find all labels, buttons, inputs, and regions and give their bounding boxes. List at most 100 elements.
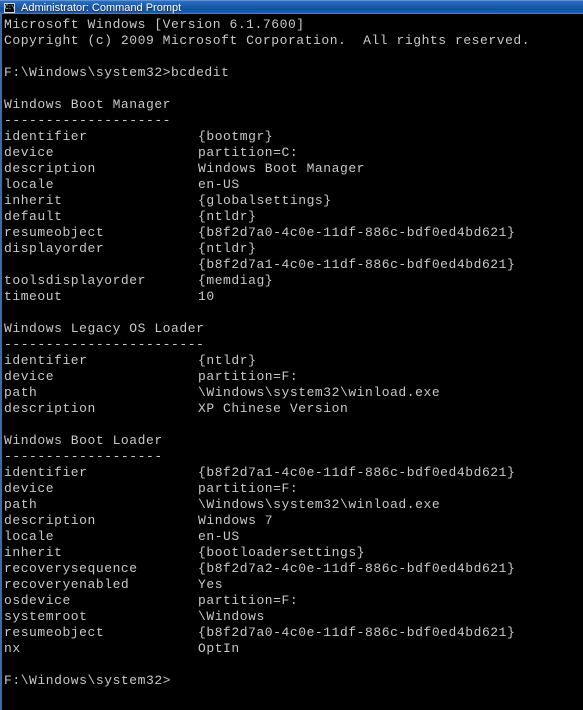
entry-key: resumeobject — [4, 625, 105, 640]
entry-key: toolsdisplayorder — [4, 273, 146, 288]
entry-key: default — [4, 209, 63, 224]
section-title-2: Windows Boot Loader — [4, 433, 163, 448]
entry-value: {b8f2d7a1-4c0e-11df-886c-bdf0ed4bd621} — [198, 465, 516, 480]
entry-value: {ntldr} — [198, 241, 257, 256]
bcdedit-entry-row: inherit {bootloadersettings} — [4, 545, 579, 561]
bcdedit-entry-row: device partition=F: — [4, 481, 579, 497]
entry-key: resumeobject — [4, 225, 105, 240]
window-titlebar[interactable]: C:\. Administrator: Command Prompt — [0, 0, 583, 14]
bcdedit-entry-row: locale en-US — [4, 529, 579, 545]
bcdedit-entry-row: description XP Chinese Version — [4, 401, 579, 417]
banner-line-1: Copyright (c) 2009 Microsoft Corporation… — [4, 33, 531, 48]
entry-key — [4, 257, 198, 273]
bcdedit-entry-row: systemroot \Windows — [4, 609, 579, 625]
bcdedit-entry-row: device partition=C: — [4, 145, 579, 161]
cmd-icon-glyph: C:\. — [5, 4, 15, 11]
entry-value: OptIn — [198, 641, 240, 656]
entry-key: description — [4, 513, 96, 528]
entry-key: inherit — [4, 545, 63, 560]
entry-key: systemroot — [4, 609, 88, 624]
entry-value: partition=C: — [198, 145, 299, 160]
bcdedit-entry-row: osdevice partition=F: — [4, 593, 579, 609]
bcdedit-entry-row: identifier {bootmgr} — [4, 129, 579, 145]
entry-value: Windows 7 — [198, 513, 274, 528]
bcdedit-entry-row: recoverysequence {b8f2d7a2-4c0e-11df-886c… — [4, 561, 579, 577]
entry-value: {b8f2d7a1-4c0e-11df-886c-bdf0ed4bd621} — [198, 257, 516, 272]
entry-key: device — [4, 481, 55, 496]
entry-key: device — [4, 369, 55, 384]
entry-value: \Windows — [198, 609, 265, 624]
entry-key: description — [4, 161, 96, 176]
bcdedit-entry-row: timeout 10 — [4, 289, 579, 305]
entry-key: nx — [4, 641, 21, 656]
entry-value: {ntldr} — [198, 353, 257, 368]
bcdedit-entry-row: description Windows Boot Manager — [4, 161, 579, 177]
bcdedit-entry-row: locale en-US — [4, 177, 579, 193]
entry-key: identifier — [4, 353, 88, 368]
bcdedit-entry-row: resumeobject {b8f2d7a0-4c0e-11df-886c-bdf… — [4, 225, 579, 241]
console-client-area[interactable]: Microsoft Windows [Version 6.1.7600] Copy… — [0, 14, 583, 710]
entry-key: timeout — [4, 289, 63, 304]
bcdedit-entry-row: path \Windows\system32\winload.exe — [4, 385, 579, 401]
entry-value: {globalsettings} — [198, 193, 332, 208]
section-rule-2: ------------------- — [4, 449, 163, 464]
entry-value: \Windows\system32\winload.exe — [198, 497, 441, 512]
window-title: Administrator: Command Prompt — [21, 2, 182, 14]
section-title-0: Windows Boot Manager — [4, 97, 172, 112]
entry-key: identifier — [4, 465, 88, 480]
entry-key: path — [4, 385, 38, 400]
entry-value: {b8f2d7a0-4c0e-11df-886c-bdf0ed4bd621} — [198, 625, 516, 640]
entry-value: 10 — [198, 289, 215, 304]
entry-key: inherit — [4, 193, 63, 208]
bcdedit-entry-row: resumeobject {b8f2d7a0-4c0e-11df-886c-bdf… — [4, 625, 579, 641]
entry-value: \Windows\system32\winload.exe — [198, 385, 441, 400]
console-output: Microsoft Windows [Version 6.1.7600] Copy… — [4, 17, 579, 689]
entry-key: device — [4, 145, 55, 160]
entry-key: locale — [4, 529, 55, 544]
section-rule-0: -------------------- — [4, 113, 172, 128]
bcdedit-entry-row: identifier {b8f2d7a1-4c0e-11df-886c-bdf0e… — [4, 465, 579, 481]
bcdedit-entry-row: nx OptIn — [4, 641, 579, 657]
entry-value: partition=F: — [198, 481, 299, 496]
bcdedit-entry-row: displayorder {ntldr} — [4, 241, 579, 257]
bcdedit-entry-row: {b8f2d7a1-4c0e-11df-886c-bdf0ed4bd621} — [4, 257, 579, 273]
entry-key: path — [4, 497, 38, 512]
entry-value: {bootmgr} — [198, 129, 274, 144]
bcdedit-entry-row: description Windows 7 — [4, 513, 579, 529]
bcdedit-entry-row: default {ntldr} — [4, 209, 579, 225]
bcdedit-entry-row: path \Windows\system32\winload.exe — [4, 497, 579, 513]
section-rule-1: ------------------------ — [4, 337, 205, 352]
banner-line-0: Microsoft Windows [Version 6.1.7600] — [4, 17, 305, 32]
command-prompt-window: C:\. Administrator: Command Prompt Micro… — [0, 0, 583, 710]
entry-key: osdevice — [4, 593, 71, 608]
entry-key: identifier — [4, 129, 88, 144]
bcdedit-entry-row: recoveryenabled Yes — [4, 577, 579, 593]
entry-value: {bootloadersettings} — [198, 545, 366, 560]
entry-value: Yes — [198, 577, 224, 592]
entry-value: XP Chinese Version — [198, 401, 349, 416]
entry-key: displayorder — [4, 241, 105, 256]
section-title-1: Windows Legacy OS Loader — [4, 321, 205, 336]
bcdedit-entry-row: inherit {globalsettings} — [4, 193, 579, 209]
entry-value: partition=F: — [198, 369, 299, 384]
bcdedit-entry-row: device partition=F: — [4, 369, 579, 385]
entry-value: {b8f2d7a2-4c0e-11df-886c-bdf0ed4bd621} — [198, 561, 516, 576]
entry-value: partition=F: — [198, 593, 299, 608]
prompt-command-line: F:\Windows\system32>bcdedit — [4, 65, 230, 80]
entry-key: recoveryenabled — [4, 577, 130, 592]
entry-key: description — [4, 401, 96, 416]
entry-value: en-US — [198, 529, 240, 544]
final-prompt-line: F:\Windows\system32> — [4, 673, 172, 688]
entry-value: {b8f2d7a0-4c0e-11df-886c-bdf0ed4bd621} — [198, 225, 516, 240]
entry-key: locale — [4, 177, 55, 192]
entry-value: Windows Boot Manager — [198, 161, 366, 176]
bcdedit-entry-row: toolsdisplayorder {memdiag} — [4, 273, 579, 289]
cmd-icon[interactable]: C:\. — [4, 3, 15, 13]
entry-value: en-US — [198, 177, 240, 192]
bcdedit-entry-row: identifier {ntldr} — [4, 353, 579, 369]
entry-value: {ntldr} — [198, 209, 257, 224]
